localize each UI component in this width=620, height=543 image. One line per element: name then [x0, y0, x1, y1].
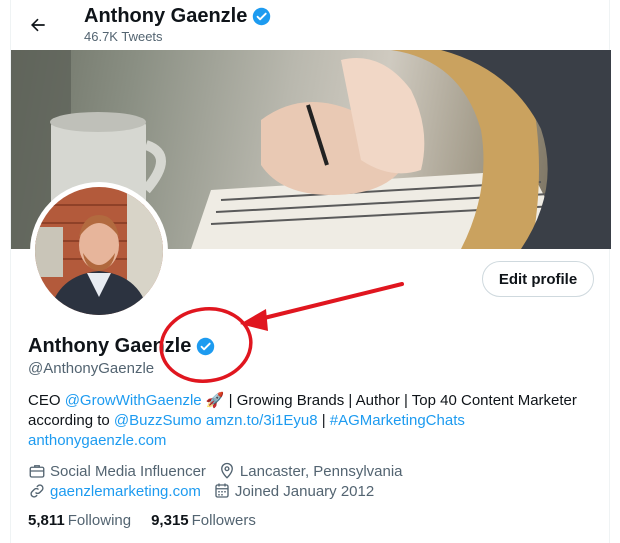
profile-meta-row-2: gaenzlemarketing.com Joined January 2012 [28, 482, 386, 500]
avatar[interactable] [30, 182, 168, 320]
category-label: Social Media Influencer [50, 462, 206, 480]
verified-badge-icon [197, 337, 215, 356]
profile-name: Anthony Gaenzle [28, 335, 215, 358]
bio-text: | [317, 412, 330, 429]
profile-display-name: Anthony Gaenzle [28, 335, 192, 357]
avatar-photo [35, 187, 163, 315]
joined-label: Joined January 2012 [234, 482, 375, 500]
following-label: Following [67, 512, 132, 529]
edit-profile-button[interactable]: Edit profile [482, 261, 594, 297]
following-link[interactable]: 5,811 Following [28, 512, 131, 529]
followers-link[interactable]: 9,315 Followers [151, 512, 256, 529]
tweet-count: 46.7K Tweets [84, 29, 163, 44]
header-title: Anthony Gaenzle [84, 5, 271, 28]
profile-header: Anthony Gaenzle 46.7K Tweets [11, 0, 611, 50]
location: Lancaster, Pennsylvania [218, 462, 403, 480]
bio-link-buzzsumo[interactable]: @BuzzSumo [114, 412, 202, 429]
following-count: 5,811 [28, 512, 65, 529]
bio-link-website[interactable]: anthonygaenzle.com [28, 432, 166, 449]
verified-badge-icon [253, 7, 271, 26]
followers-count: 9,315 [151, 512, 189, 529]
category: Social Media Influencer [28, 462, 206, 480]
profile-bio: CEO @GrowWithGaenzle 🚀 | Growing Brands … [28, 391, 588, 451]
follow-stats: 5,811 Following 9,315 Followers [28, 512, 256, 529]
back-arrow-icon [31, 18, 45, 32]
location-label: Lancaster, Pennsylvania [239, 462, 403, 480]
followers-label: Followers [191, 512, 256, 529]
location-pin-icon [218, 462, 236, 480]
profile-column: Anthony Gaenzle 46.7K Tweets Edit profil… [10, 0, 611, 543]
header-name: Anthony Gaenzle [84, 5, 248, 27]
link-icon [28, 482, 46, 500]
website[interactable]: gaenzlemarketing.com [28, 482, 201, 500]
calendar-icon [213, 482, 231, 500]
website-link[interactable]: gaenzlemarketing.com [50, 483, 201, 500]
bio-text: CEO [28, 392, 65, 409]
briefcase-icon [28, 462, 46, 480]
profile-handle: @AnthonyGaenzle [28, 360, 155, 377]
back-button[interactable] [23, 10, 53, 40]
bio-link-hashtag[interactable]: #AGMarketingChats [330, 412, 465, 429]
bio-link-growwithgaenzle[interactable]: @GrowWithGaenzle [65, 392, 202, 409]
joined-date: Joined January 2012 [213, 482, 374, 500]
bio-link-amazon[interactable]: amzn.to/3i1Eyu8 [206, 412, 318, 429]
profile-meta-row-1: Social Media Influencer Lancaster, Penns… [28, 462, 415, 480]
